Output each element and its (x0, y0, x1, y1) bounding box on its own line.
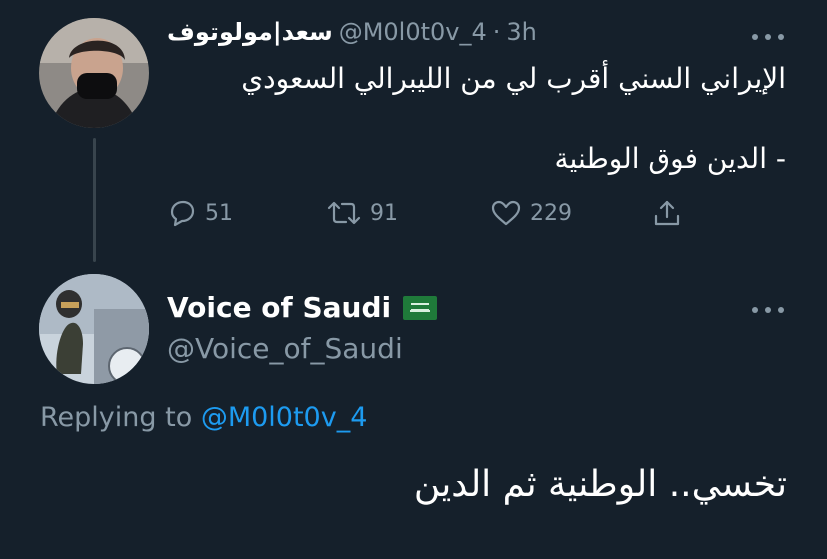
share-action[interactable] (651, 198, 683, 228)
retweet-icon (327, 201, 361, 225)
original-tweet-text-line2: - الدين فوق الوطنية (554, 142, 786, 175)
heart-icon (491, 200, 521, 226)
like-count: 229 (530, 200, 572, 226)
retweet-count: 91 (370, 200, 398, 226)
original-timestamp[interactable]: 3h (506, 18, 536, 46)
reply-avatar[interactable] (39, 274, 149, 384)
reply-more-options-icon[interactable] (752, 303, 784, 317)
reply-count: 51 (205, 200, 233, 226)
reply-tweet-text: تخسي.. الوطنية ثم الدين (413, 464, 787, 505)
reply-display-name[interactable]: Voice of Saudi (167, 291, 391, 324)
original-avatar[interactable] (39, 18, 149, 128)
reply-action[interactable]: 51 (167, 199, 233, 227)
original-tweet-header: سعد|مولوتوف @M0l0t0v_4 · 3h (167, 18, 537, 46)
replying-to-handle[interactable]: @M0l0t0v_4 (201, 402, 368, 433)
like-action[interactable]: 229 (490, 199, 572, 227)
replying-to-label: Replying to (40, 402, 193, 433)
retweet-action[interactable]: 91 (326, 199, 398, 227)
reply-icon (170, 200, 195, 227)
time-separator: · (492, 18, 501, 46)
reply-handle[interactable]: @Voice_of_Saudi (167, 332, 403, 365)
original-handle[interactable]: @M0l0t0v_4 (339, 18, 487, 46)
thread-connector-line (93, 138, 96, 262)
replying-to-line: Replying to @M0l0t0v_4 (40, 402, 367, 433)
saudi-flag-icon (403, 295, 438, 320)
reply-tweet-header: Voice of Saudi (167, 291, 438, 324)
original-more-options-icon[interactable] (752, 30, 784, 44)
share-icon (654, 200, 680, 226)
original-tweet-text-line1: الإيراني السني أقرب لي من الليبرالي السع… (241, 62, 786, 95)
original-display-name[interactable]: سعد|مولوتوف (167, 18, 333, 46)
